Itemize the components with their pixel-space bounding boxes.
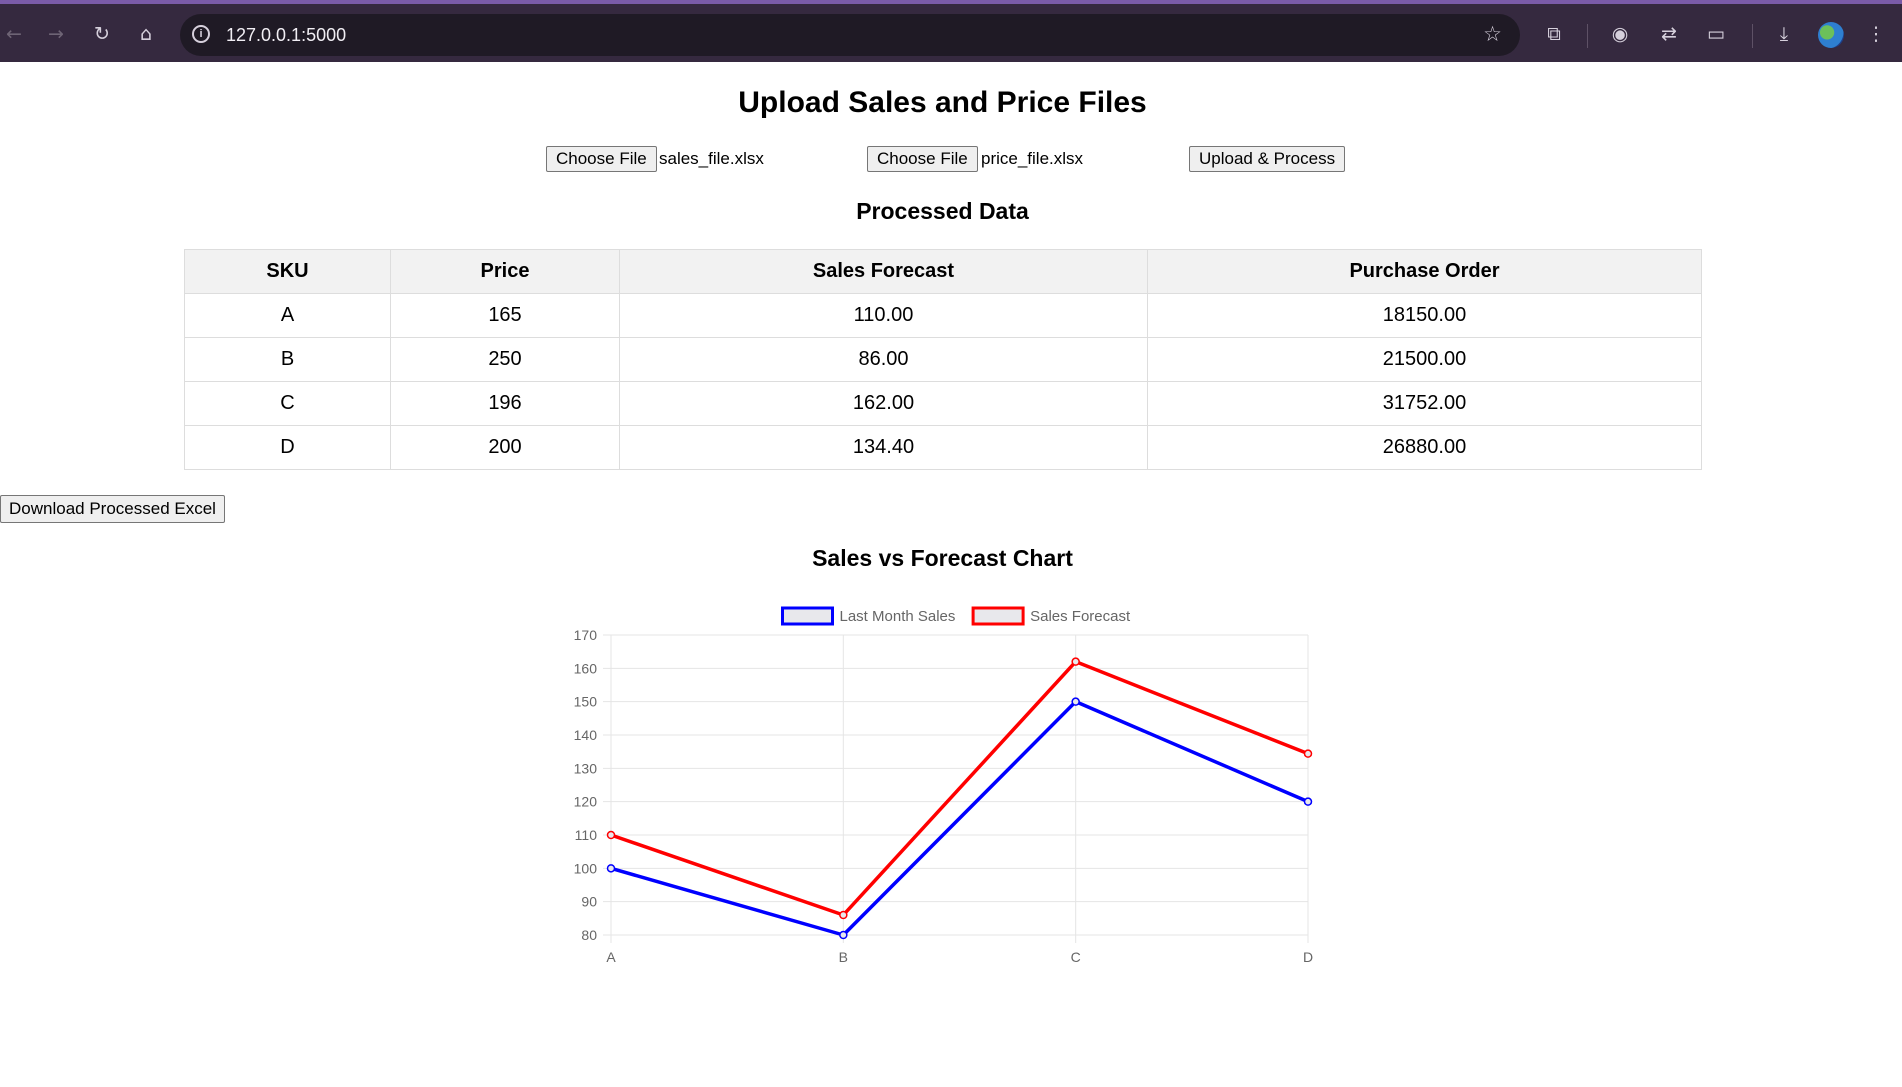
y-tick-label: 130 [574, 760, 598, 776]
y-tick-label: 90 [581, 894, 597, 910]
legend-label: Last Month Sales [840, 608, 956, 625]
data-point [1071, 697, 1080, 706]
data-point [1303, 797, 1313, 806]
legend-swatch [781, 606, 834, 626]
data-point [1071, 657, 1080, 666]
series-line [610, 659, 1309, 917]
series-line [610, 699, 1309, 937]
sales-vs-forecast-chart: 80 90 100 110 120 130 140 150 160 170 A B C D Last Mon… [574, 606, 1313, 965]
data-point [1303, 749, 1313, 758]
y-tick-label: 120 [574, 794, 598, 810]
y-tick-label: 170 [574, 627, 598, 643]
x-tick-label: A [606, 949, 616, 965]
y-tick-label: 110 [575, 827, 598, 843]
legend-swatch [971, 606, 1025, 626]
data-point [606, 830, 616, 840]
data-point [839, 930, 848, 940]
x-tick-label: B [839, 949, 848, 965]
legend-label: Sales Forecast [1030, 608, 1131, 625]
x-tick-label: C [1071, 949, 1081, 965]
data-point [606, 864, 616, 873]
y-tick-label: 150 [574, 694, 598, 710]
y-tick-label: 160 [574, 660, 598, 676]
data-point [839, 910, 848, 920]
x-tick-label: D [1303, 949, 1313, 965]
y-tick-label: 140 [574, 727, 598, 743]
y-tick-label: 80 [581, 927, 597, 943]
y-tick-label: 100 [574, 860, 598, 876]
